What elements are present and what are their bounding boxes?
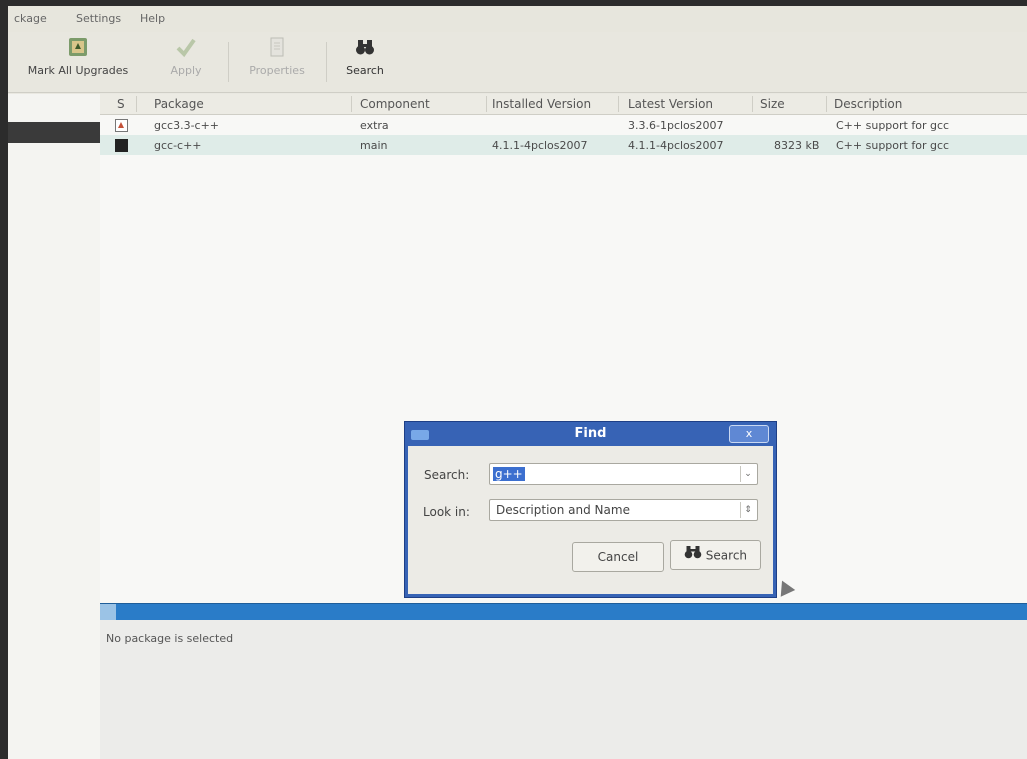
menu-help[interactable]: Help — [140, 12, 165, 25]
look-in-select[interactable]: Description and Name ⇕ — [489, 499, 758, 521]
close-button[interactable]: x — [729, 425, 769, 443]
toolbar-separator — [228, 42, 229, 82]
details-text: No package is selected — [106, 632, 234, 645]
installed-status-icon[interactable] — [115, 139, 128, 152]
updown-arrows-icon[interactable]: ⇕ — [740, 502, 755, 518]
mark-all-upgrades-label: Mark All Upgrades — [27, 64, 129, 77]
package-component: main — [360, 139, 388, 152]
latest-version: 3.3.6-1pclos2007 — [628, 119, 724, 132]
package-description: C++ support for gcc — [836, 119, 950, 132]
column-size[interactable]: Size — [760, 97, 785, 111]
pane-divider[interactable] — [100, 603, 1027, 621]
column-divider — [486, 96, 487, 112]
binoculars-icon — [684, 542, 702, 570]
binoculars-icon — [336, 36, 394, 58]
latest-version: 4.1.1-4pclos2007 — [628, 139, 724, 152]
find-dialog: Find x Search: g++ ⌄ Look in: Descriptio… — [404, 421, 777, 598]
column-component[interactable]: Component — [360, 97, 430, 111]
dialog-titlebar[interactable]: Find x — [405, 422, 776, 446]
package-size: 8323 kB — [774, 139, 820, 152]
document-icon — [236, 36, 318, 58]
package-description: C++ support for gcc — [836, 139, 950, 152]
cancel-button[interactable]: Cancel — [572, 542, 664, 572]
search-input-value: g++ — [493, 467, 525, 481]
upgrade-status-icon[interactable] — [115, 119, 128, 132]
column-divider — [618, 96, 619, 112]
upgrade-icon — [8, 36, 148, 58]
search-dialog-button[interactable]: Search — [670, 540, 761, 570]
column-status[interactable]: S — [117, 97, 125, 111]
dialog-body: Search: g++ ⌄ Look in: Description and N… — [408, 446, 773, 594]
column-latest-version[interactable]: Latest Version — [628, 97, 713, 111]
properties-label: Properties — [249, 64, 305, 77]
search-input[interactable]: g++ ⌄ — [489, 463, 758, 485]
column-package[interactable]: Package — [154, 97, 204, 111]
column-divider — [136, 96, 137, 112]
search-field-label: Search: — [424, 468, 470, 482]
package-name: gcc3.3-c++ — [154, 119, 220, 132]
apply-label: Apply — [170, 64, 202, 77]
table-row[interactable]: gcc-c++ main 4.1.1-4pclos2007 4.1.1-4pcl… — [100, 135, 1027, 155]
toolbar: Mark All Upgrades Apply Properties Searc… — [8, 32, 1027, 93]
checkmark-icon — [156, 36, 216, 58]
package-name: gcc-c++ — [154, 139, 202, 152]
properties-button[interactable]: Properties — [236, 36, 318, 88]
column-divider — [752, 96, 753, 112]
installed-version: 4.1.1-4pclos2007 — [492, 139, 588, 152]
table-row[interactable]: gcc3.3-c++ extra 3.3.6-1pclos2007 C++ su… — [100, 115, 1027, 135]
column-description[interactable]: Description — [834, 97, 902, 111]
look-in-value: Description and Name — [496, 503, 630, 517]
search-label: Search — [346, 64, 384, 77]
dialog-title: Find — [574, 426, 607, 441]
apply-button[interactable]: Apply — [156, 36, 216, 88]
package-manager-window: ckage Settings Help Mark All Upgrades Ap… — [8, 6, 1027, 759]
category-sidebar — [8, 94, 101, 759]
photo-frame-left — [0, 0, 8, 759]
chevron-down-icon[interactable]: ⌄ — [740, 466, 755, 482]
column-divider — [826, 96, 827, 112]
look-in-label: Look in: — [423, 505, 470, 519]
table-header: S Package Component Installed Version La… — [100, 94, 1027, 115]
package-details-pane: No package is selected — [100, 620, 1027, 759]
column-divider — [351, 96, 352, 112]
divider-handle[interactable] — [100, 604, 116, 621]
toolbar-separator — [326, 42, 327, 82]
package-component: extra — [360, 119, 389, 132]
sidebar-selected-item[interactable] — [8, 122, 100, 143]
menu-package[interactable]: ckage — [14, 12, 47, 25]
menu-settings[interactable]: Settings — [76, 12, 121, 25]
search-button[interactable]: Search — [336, 36, 394, 88]
mark-all-upgrades-button[interactable]: Mark All Upgrades — [8, 36, 148, 88]
column-installed-version[interactable]: Installed Version — [492, 97, 591, 111]
search-dialog-button-label: Search — [705, 548, 748, 563]
menu-bar: ckage Settings Help — [8, 6, 1027, 32]
